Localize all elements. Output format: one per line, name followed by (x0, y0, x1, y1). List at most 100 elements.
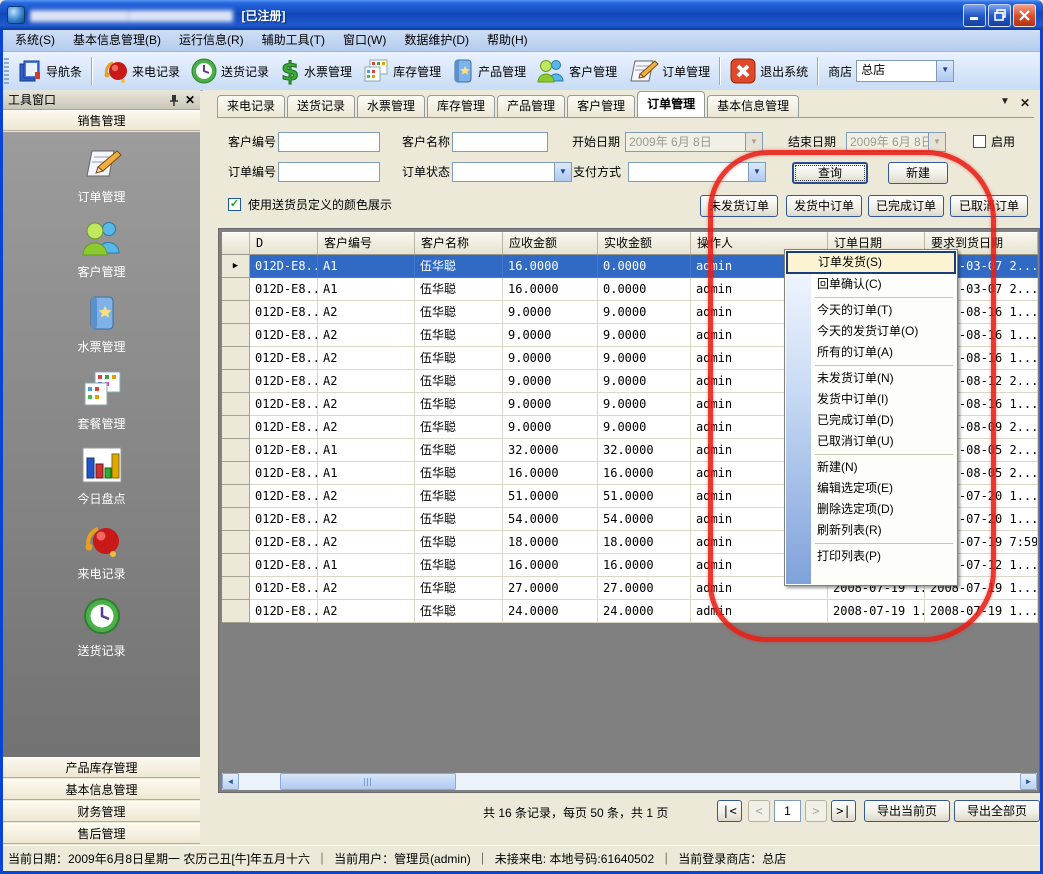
context-menu-item[interactable]: 刷新列表(R) (785, 520, 957, 541)
sidebar-section-sales[interactable]: 销售管理 (3, 110, 200, 131)
sidebar-close-icon[interactable]: ✕ (185, 93, 195, 107)
order-status-select[interactable]: ▼ (452, 162, 572, 182)
row-selector[interactable] (222, 416, 250, 439)
sidebar-item-order-mgmt[interactable]: 订单管理 (3, 146, 200, 205)
order-no-input[interactable] (278, 162, 380, 182)
tab-call-records[interactable]: 来电记录 (217, 95, 285, 117)
menu-data-maintenance[interactable]: 数据维护(D) (395, 30, 478, 51)
enable-date-checkbox[interactable] (973, 135, 986, 148)
prev-page-button[interactable]: < (748, 800, 770, 822)
row-selector[interactable] (222, 554, 250, 577)
sidebar-item-delivery-records[interactable]: 送货记录 (3, 596, 200, 659)
row-selector[interactable] (222, 600, 250, 623)
dropdown-arrow-icon[interactable]: ▼ (554, 163, 571, 181)
completed-orders-button[interactable]: 已完成订单 (868, 195, 944, 217)
toolbar-product-button[interactable]: 产品管理 (446, 54, 531, 88)
row-selector[interactable] (222, 462, 250, 485)
tab-basic-info[interactable]: 基本信息管理 (707, 95, 799, 117)
row-selector[interactable] (222, 278, 250, 301)
context-menu-item[interactable]: 新建(N) (785, 457, 957, 478)
toolbar-water-ticket-button[interactable]: $ 水票管理 (274, 54, 357, 88)
tab-customer[interactable]: 客户管理 (567, 95, 635, 117)
context-menu-item[interactable]: 发货中订单(I) (785, 389, 957, 410)
next-page-button[interactable]: > (805, 800, 827, 822)
toolbar-inventory-button[interactable]: 库存管理 (357, 54, 446, 88)
new-button[interactable]: 新建 (888, 162, 948, 184)
start-date-picker[interactable]: 2009年 6月 8日 ▼ (625, 132, 763, 152)
context-menu-item[interactable]: 今天的订单(T) (785, 300, 957, 321)
horizontal-scrollbar[interactable]: ◄ ► (222, 773, 1037, 790)
context-menu-item[interactable]: 订单发货(S) (786, 251, 956, 274)
row-selector[interactable] (222, 531, 250, 554)
row-selector[interactable] (222, 508, 250, 531)
toolbar-exit-button[interactable]: 退出系统 (724, 54, 813, 88)
close-button[interactable] (1013, 4, 1036, 27)
dropdown-arrow-icon[interactable]: ▼ (936, 61, 953, 81)
page-number-box[interactable]: 1 (774, 800, 801, 822)
scroll-right-icon[interactable]: ► (1020, 773, 1037, 790)
dropdown-arrow-icon[interactable]: ▼ (748, 163, 765, 181)
row-selector[interactable] (222, 324, 250, 347)
tab-product[interactable]: 产品管理 (497, 95, 565, 117)
row-selector[interactable]: ▶ (222, 255, 250, 278)
toolbar-call-records-button[interactable]: 来电记录 (96, 54, 185, 88)
table-row[interactable]: 012D-E8...A2伍华聪24.000024.0000admin2008-0… (222, 600, 1038, 623)
context-menu-item[interactable]: 所有的订单(A) (785, 342, 957, 363)
context-menu-item[interactable]: 已完成订单(D) (785, 410, 957, 431)
row-selector[interactable] (222, 577, 250, 600)
row-selector[interactable] (222, 347, 250, 370)
last-page-button[interactable]: >| (831, 800, 856, 822)
context-menu-item[interactable]: 编辑选定项(E) (785, 478, 957, 499)
pin-icon[interactable] (169, 94, 179, 106)
sidebar-item-call-records[interactable]: 来电记录 (3, 521, 200, 582)
menu-aux-tools[interactable]: 辅助工具(T) (253, 30, 334, 51)
shipping-orders-button[interactable]: 发货中订单 (786, 195, 862, 217)
menu-basic-info[interactable]: 基本信息管理(B) (64, 30, 170, 51)
sidebar-section-basic-info[interactable]: 基本信息管理 (3, 779, 200, 800)
scroll-left-icon[interactable]: ◄ (222, 773, 239, 790)
tab-close-icon[interactable]: ✕ (1020, 96, 1030, 110)
query-button[interactable]: 查询 (792, 162, 868, 184)
tab-order-mgmt[interactable]: 订单管理 (637, 91, 705, 117)
sidebar-item-customer-mgmt[interactable]: 客户管理 (3, 219, 200, 280)
row-selector[interactable] (222, 370, 250, 393)
sidebar-item-water-ticket-mgmt[interactable]: 水票管理 (3, 294, 200, 355)
sidebar-section-finance[interactable]: 财务管理 (3, 801, 200, 822)
customer-name-input[interactable] (452, 132, 548, 152)
column-header-customer-name[interactable]: 客户名称 (415, 232, 503, 255)
tab-inventory[interactable]: 库存管理 (427, 95, 495, 117)
restore-button[interactable] (988, 4, 1011, 27)
menu-run-info[interactable]: 运行信息(R) (170, 30, 253, 51)
column-header-received[interactable]: 实收金额 (598, 232, 691, 255)
unshipped-orders-button[interactable]: 未发货订单 (700, 195, 778, 217)
toolbar-customer-button[interactable]: 客户管理 (531, 54, 622, 88)
context-menu-item[interactable]: 删除选定项(D) (785, 499, 957, 520)
sidebar-item-package-mgmt[interactable]: 套餐管理 (3, 369, 200, 432)
toolbar-nav-strip-button[interactable]: 导航条 (12, 54, 87, 88)
row-selector[interactable] (222, 485, 250, 508)
export-current-page-button[interactable]: 导出当前页 (864, 800, 950, 822)
tab-water-ticket[interactable]: 水票管理 (357, 95, 425, 117)
menu-system[interactable]: 系统(S) (6, 30, 64, 51)
column-header-selector[interactable] (222, 232, 250, 255)
context-menu-item[interactable]: 回单确认(C) (785, 274, 957, 295)
column-header-customer-no[interactable]: 客户编号 (318, 232, 415, 255)
customer-no-input[interactable] (278, 132, 380, 152)
tab-list-dropdown-icon[interactable]: ▼ (1000, 96, 1010, 110)
first-page-button[interactable]: |< (717, 800, 742, 822)
column-header-receivable[interactable]: 应收金额 (503, 232, 598, 255)
row-selector[interactable] (222, 393, 250, 416)
row-selector[interactable] (222, 439, 250, 462)
scrollbar-thumb[interactable] (280, 773, 456, 790)
toolbar-order-button[interactable]: 订单管理 (622, 54, 715, 88)
sidebar-section-product-inventory[interactable]: 产品库存管理 (3, 757, 200, 778)
minimize-button[interactable] (963, 4, 986, 27)
export-all-pages-button[interactable]: 导出全部页 (954, 800, 1040, 822)
cancelled-orders-button[interactable]: 已取消订单 (950, 195, 1028, 217)
toolbar-delivery-records-button[interactable]: 送货记录 (185, 54, 274, 88)
context-menu-item[interactable]: 今天的发货订单(O) (785, 321, 957, 342)
menu-window[interactable]: 窗口(W) (334, 30, 395, 51)
shop-select[interactable]: 总店 ▼ (856, 60, 954, 82)
menu-help[interactable]: 帮助(H) (478, 30, 537, 51)
context-menu-item[interactable]: 未发货订单(N) (785, 368, 957, 389)
